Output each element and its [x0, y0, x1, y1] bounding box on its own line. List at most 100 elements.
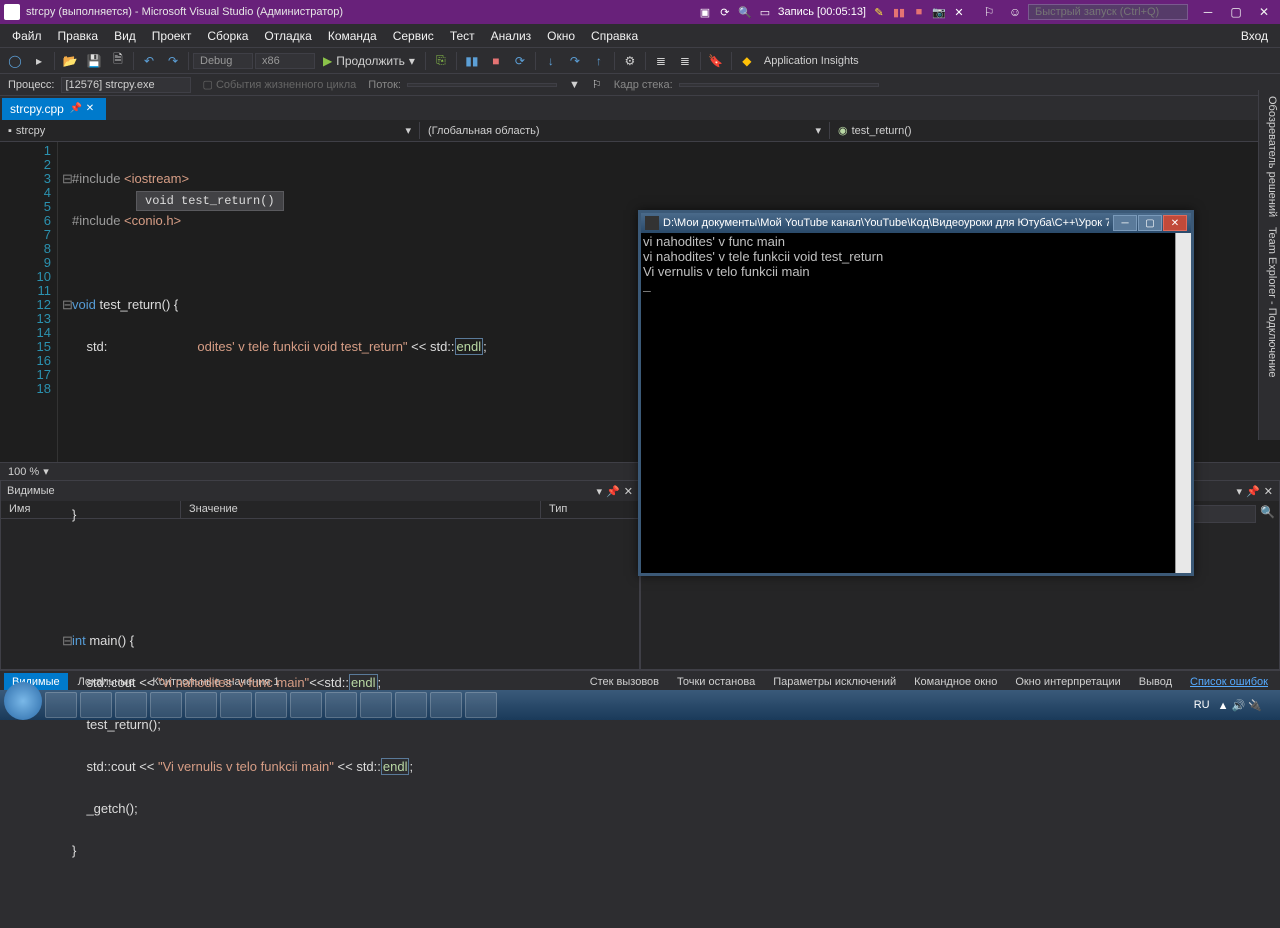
back-button[interactable]: ◯	[4, 50, 26, 72]
step-into-icon[interactable]: ↓	[540, 50, 562, 72]
quick-launch-input[interactable]	[1028, 4, 1188, 20]
platform-dropdown[interactable]: x86	[255, 53, 315, 69]
thread-dropdown[interactable]	[407, 83, 557, 87]
menu-window[interactable]: Окно	[539, 27, 583, 45]
open-button[interactable]: 📂	[59, 50, 81, 72]
console-close-button[interactable]: ✕	[1163, 215, 1187, 231]
taskbar-app-13[interactable]	[465, 692, 497, 718]
menu-debug[interactable]: Отладка	[256, 27, 319, 45]
nav-member[interactable]: ◉test_return()	[830, 122, 1280, 139]
console-title-bar[interactable]: D:\Мои документы\Мой YouTube канал\YouTu…	[641, 213, 1191, 233]
pin-icon[interactable]: 📌	[70, 103, 82, 115]
maximize-button[interactable]: ▢	[1224, 4, 1248, 20]
zoom-value[interactable]: 100 %	[8, 466, 39, 478]
rec-camera-icon[interactable]: 📷	[932, 5, 946, 19]
console-scrollbar[interactable]	[1175, 233, 1191, 573]
taskbar-app-12[interactable]	[430, 692, 462, 718]
taskbar-app-6[interactable]	[220, 692, 252, 718]
menu-bar: Файл Правка Вид Проект Сборка Отладка Ко…	[0, 24, 1280, 48]
bookmark-icon[interactable]: 🔖	[705, 50, 727, 72]
tb-attach-icon[interactable]: ⎘	[430, 50, 452, 72]
taskbar-app-9[interactable]	[325, 692, 357, 718]
menu-analyze[interactable]: Анализ	[483, 27, 540, 45]
restart-button[interactable]: ⟳	[509, 50, 531, 72]
frame-dropdown[interactable]	[679, 83, 879, 87]
insights-label[interactable]: Application Insights	[760, 55, 863, 67]
menu-view[interactable]: Вид	[106, 27, 144, 45]
nav-row: ▪strcpy▾ (Глобальная область)▾ ◉test_ret…	[0, 120, 1280, 142]
menu-edit[interactable]: Правка	[50, 27, 107, 45]
tray-lang[interactable]: RU	[1194, 699, 1210, 711]
tab-label: strcpy.cpp	[10, 102, 64, 116]
console-window[interactable]: D:\Мои документы\Мой YouTube канал\YouTu…	[638, 210, 1194, 576]
recording-controls: ▣ ⟳ 🔍 ▭ Запись [00:05:13] ✎ ▮▮ ■ 📷 ✕	[698, 5, 966, 19]
menu-help[interactable]: Справка	[583, 27, 646, 45]
taskbar-app-3[interactable]	[115, 692, 147, 718]
step-over-icon[interactable]: ↷	[564, 50, 586, 72]
signin-link[interactable]: Вход	[1233, 27, 1276, 45]
file-tabs: strcpy.cpp 📌 ✕	[0, 96, 1280, 120]
tab-strcpy[interactable]: strcpy.cpp 📌 ✕	[2, 98, 106, 120]
continue-button[interactable]: ▶Продолжить▾	[317, 52, 421, 70]
rec-nav-icon[interactable]: ▣	[698, 5, 712, 19]
close-button[interactable]: ✕	[1252, 4, 1276, 20]
taskbar-app-4[interactable]	[150, 692, 182, 718]
taskbar: RU ▲ 🔊 🔌	[0, 690, 1280, 720]
console-app-icon	[645, 216, 659, 230]
rec-stop-icon[interactable]: ■	[912, 5, 926, 19]
flag-icon[interactable]: ⚐	[982, 5, 996, 19]
lifecycle-toggle[interactable]: ▢ События жизненного цикла	[203, 78, 357, 91]
insights-icon[interactable]: ◆	[736, 50, 758, 72]
process-bar: Процесс: [12576] strcpy.exe ▢ События жи…	[0, 74, 1280, 96]
taskbar-app-10[interactable]	[360, 692, 392, 718]
nav-project[interactable]: ▪strcpy▾	[0, 122, 420, 139]
tb-misc3-icon[interactable]: ≣	[674, 50, 696, 72]
minimize-button[interactable]: ─	[1196, 4, 1220, 20]
console-maximize-button[interactable]: ▢	[1138, 215, 1162, 231]
pb-flag-icon[interactable]: ⚐	[592, 78, 602, 91]
menu-file[interactable]: Файл	[4, 27, 50, 45]
close-icon[interactable]: ✕	[86, 103, 98, 115]
side-team-explorer[interactable]: Team Explorer - Подключение	[1261, 227, 1278, 377]
rec-pencil-icon[interactable]: ✎	[872, 5, 886, 19]
config-dropdown[interactable]: Debug	[193, 53, 253, 69]
side-solution-explorer[interactable]: Обозреватель решений	[1261, 96, 1278, 217]
frame-label: Кадр стека:	[614, 79, 673, 91]
console-minimize-button[interactable]: ─	[1113, 215, 1137, 231]
tb-misc1-icon[interactable]: ⚙	[619, 50, 641, 72]
taskbar-app-11[interactable]	[395, 692, 427, 718]
menu-project[interactable]: Проект	[144, 27, 200, 45]
taskbar-app-8[interactable]	[290, 692, 322, 718]
rec-pause-icon[interactable]: ▮▮	[892, 5, 906, 19]
nav-scope[interactable]: (Глобальная область)▾	[420, 122, 830, 139]
taskbar-app-7[interactable]	[255, 692, 287, 718]
system-tray[interactable]: RU ▲ 🔊 🔌	[1194, 699, 1276, 712]
taskbar-app-2[interactable]	[80, 692, 112, 718]
process-dropdown[interactable]: [12576] strcpy.exe	[61, 77, 191, 93]
title-bar: strcpy (выполняется) - Microsoft Visual …	[0, 0, 1280, 24]
pb-filter-icon[interactable]: ▼	[569, 79, 580, 91]
step-out-icon[interactable]: ↑	[588, 50, 610, 72]
pause-button[interactable]: ▮▮	[461, 50, 483, 72]
taskbar-app-5[interactable]	[185, 692, 217, 718]
menu-tools[interactable]: Сервис	[385, 27, 442, 45]
start-button[interactable]	[4, 682, 42, 720]
menu-build[interactable]: Сборка	[199, 27, 256, 45]
rec-refresh-icon[interactable]: ⟳	[718, 5, 732, 19]
tray-icons[interactable]: ▲ 🔊 🔌	[1218, 699, 1262, 712]
saveall-button[interactable]: 🗎	[107, 50, 129, 72]
rec-close-icon[interactable]: ✕	[952, 5, 966, 19]
undo-button[interactable]: ↶	[138, 50, 160, 72]
taskbar-app-1[interactable]	[45, 692, 77, 718]
tb-misc2-icon[interactable]: ≣	[650, 50, 672, 72]
feedback-icon[interactable]: ☺	[1008, 5, 1022, 19]
menu-team[interactable]: Команда	[320, 27, 385, 45]
rec-screen-icon[interactable]: ▭	[758, 5, 772, 19]
rec-zoom-icon[interactable]: 🔍	[738, 5, 752, 19]
redo-button[interactable]: ↷	[162, 50, 184, 72]
menu-test[interactable]: Тест	[442, 27, 483, 45]
save-button[interactable]: 💾	[83, 50, 105, 72]
console-output[interactable]: vi nahodites' v func main vi nahodites' …	[641, 233, 1191, 573]
forward-button[interactable]: ▸	[28, 50, 50, 72]
stop-button[interactable]: ■	[485, 50, 507, 72]
